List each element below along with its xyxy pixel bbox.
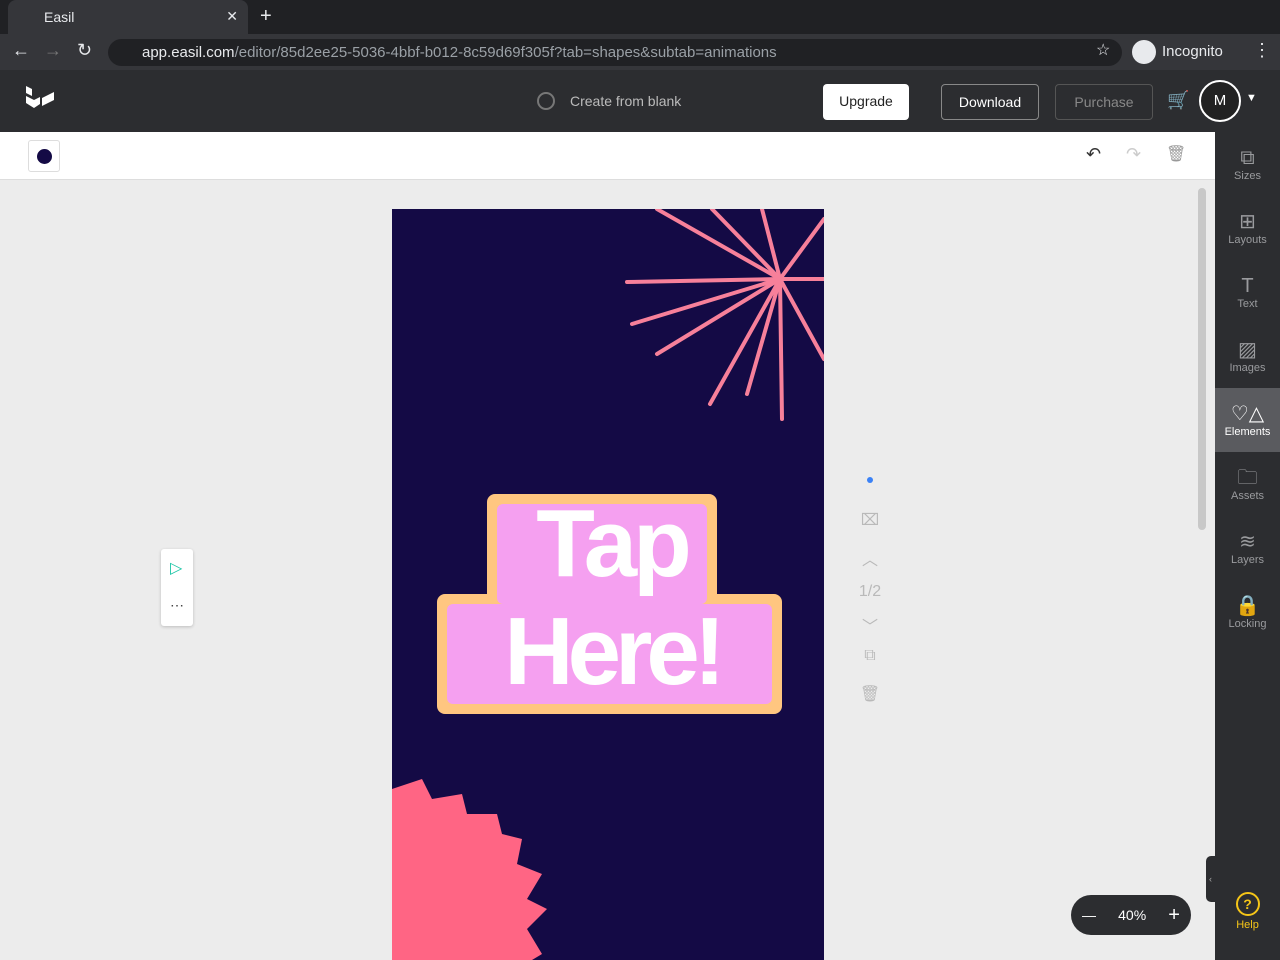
back-icon[interactable]: ←: [12, 40, 30, 61]
remove-page-icon[interactable]: ⌧: [850, 510, 890, 530]
check-circle-icon: [537, 92, 555, 110]
zoom-level: 40%: [1118, 907, 1147, 923]
play-animation-icon[interactable]: ▷: [170, 558, 182, 578]
sidebar-item-locking[interactable]: 🔒 Locking: [1215, 580, 1280, 644]
images-icon: ▨: [1238, 339, 1257, 361]
assets-icon: 🗀: [1237, 467, 1258, 489]
redo-icon[interactable]: ↷: [1126, 144, 1141, 165]
help-button[interactable]: ? Help: [1215, 892, 1280, 931]
easil-logo-icon[interactable]: [24, 86, 56, 118]
chevron-up-icon[interactable]: ︿: [850, 546, 890, 570]
reload-icon[interactable]: ↻: [77, 40, 92, 61]
bookmark-star-icon[interactable]: ☆: [1096, 40, 1110, 60]
trash-icon[interactable]: 🗑: [1166, 144, 1186, 164]
duplicate-page-icon[interactable]: ⧉: [850, 647, 890, 665]
zoom-control: — 40% +: [1071, 895, 1191, 935]
sidebar-item-layers[interactable]: ≋ Layers: [1215, 516, 1280, 580]
browser-tabbar: Easil ✕ +: [0, 0, 1280, 34]
new-tab-button[interactable]: +: [260, 5, 272, 28]
delete-page-icon[interactable]: 🗑: [850, 684, 890, 704]
layers-icon: ≋: [1239, 531, 1256, 553]
text-icon: T: [1241, 275, 1254, 297]
avatar[interactable]: M: [1199, 80, 1241, 122]
lock-icon: 🔒: [1235, 595, 1260, 617]
save-status: Create from blank: [570, 93, 682, 109]
page-dot: [867, 477, 873, 483]
undo-icon[interactable]: ↶: [1086, 144, 1101, 165]
animation-panel: ▷ ⋯: [161, 549, 193, 626]
chevron-down-icon[interactable]: ▼: [1246, 92, 1257, 104]
sidebar-item-elements[interactable]: ♡△ Elements: [1215, 388, 1280, 452]
editor-toolbar: ↶ ↷ 🗑: [0, 132, 1215, 180]
sidebar-item-images[interactable]: ▨ Images: [1215, 324, 1280, 388]
incognito-indicator[interactable]: Incognito: [1132, 39, 1223, 65]
browser-menu-icon[interactable]: ⋮: [1253, 40, 1271, 61]
more-options-icon[interactable]: ⋯: [170, 597, 184, 614]
address-bar-row: ← → ↻ app.easil.com/editor/85d2ee25-5036…: [0, 34, 1280, 70]
vertical-scrollbar[interactable]: [1198, 188, 1206, 530]
sizes-icon: ⧉: [1240, 147, 1255, 169]
design-canvas[interactable]: Tap Here!: [392, 209, 824, 960]
right-sidebar: ⧉ Sizes ⊞ Layouts T Text ▨ Images ♡△ Elements…: [1215, 132, 1280, 960]
layouts-icon: ⊞: [1239, 211, 1256, 233]
elements-icon: ♡△: [1230, 403, 1265, 425]
starburst-lines: [625, 209, 824, 421]
pink-badge-shape: [392, 779, 547, 960]
chevron-down-page-icon[interactable]: ﹀: [850, 613, 890, 637]
app-header: Create from blank Upgrade Download Purch…: [0, 70, 1280, 132]
sidebar-item-assets[interactable]: 🗀 Assets: [1215, 452, 1280, 516]
page-indicator: 1/2: [858, 583, 882, 600]
zoom-in-icon[interactable]: +: [1168, 904, 1180, 927]
upgrade-button[interactable]: Upgrade: [823, 84, 909, 120]
browser-tab[interactable]: Easil ✕: [8, 0, 248, 34]
purchase-button[interactable]: Purchase: [1055, 84, 1153, 120]
sidebar-item-text[interactable]: T Text: [1215, 260, 1280, 324]
headline-line-2[interactable]: Here!: [442, 597, 782, 707]
tab-title: Easil: [44, 9, 75, 25]
background-color-button[interactable]: [28, 140, 60, 172]
url-input[interactable]: app.easil.com/editor/85d2ee25-5036-4bbf-…: [108, 39, 1122, 66]
sidebar-item-layouts[interactable]: ⊞ Layouts: [1215, 196, 1280, 260]
forward-icon[interactable]: →: [44, 40, 62, 61]
zoom-out-icon[interactable]: —: [1082, 907, 1096, 923]
sidebar-item-sizes[interactable]: ⧉ Sizes: [1215, 132, 1280, 196]
collapse-panel-handle[interactable]: ‹: [1206, 856, 1215, 902]
close-tab-icon[interactable]: ✕: [226, 8, 238, 25]
download-button[interactable]: Download: [941, 84, 1039, 120]
headline-line-1[interactable]: Tap: [492, 494, 732, 594]
cart-icon[interactable]: 🛒: [1167, 90, 1189, 111]
help-icon: ?: [1235, 892, 1260, 916]
